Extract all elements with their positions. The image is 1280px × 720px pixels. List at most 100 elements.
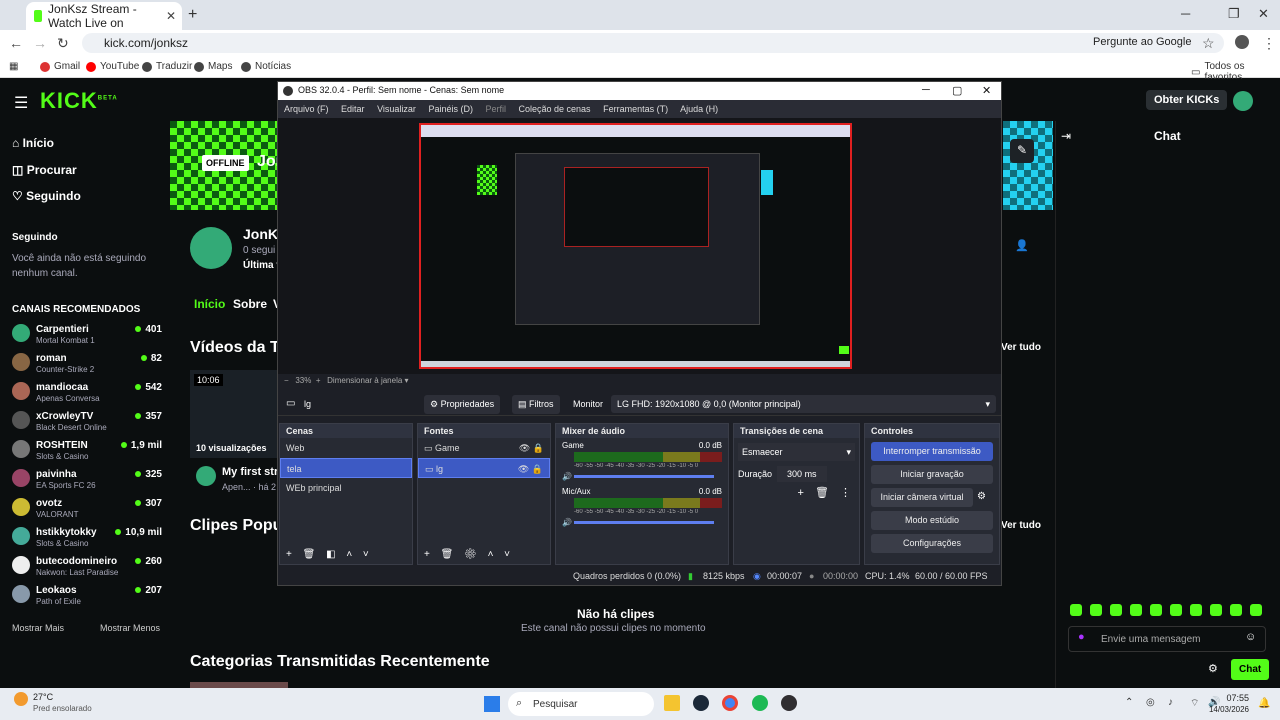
virtual-camera-settings-icon[interactable]: ⚙ bbox=[977, 491, 986, 502]
close-tab-icon[interactable]: ✕ bbox=[166, 9, 176, 23]
start-recording-button[interactable]: Iniciar gravação bbox=[871, 465, 993, 484]
volume-slider[interactable]: 🔊 bbox=[562, 518, 722, 527]
zoom-out-icon[interactable]: − bbox=[284, 376, 289, 385]
profile-avatar[interactable] bbox=[1235, 35, 1249, 49]
apps-icon[interactable]: ▦ bbox=[9, 61, 18, 72]
obs-close-icon[interactable]: ✕ bbox=[982, 84, 991, 97]
menu-help[interactable]: Ajuda (H) bbox=[680, 104, 718, 114]
windows-start-icon[interactable] bbox=[484, 696, 500, 712]
start-virtual-camera-button[interactable]: Iniciar câmera virtual bbox=[871, 488, 973, 507]
taskbar-search[interactable]: Pesquisar bbox=[508, 692, 654, 716]
channel-item[interactable]: xCrowleyTV Black Desert Online 357 bbox=[12, 411, 162, 435]
back-icon[interactable]: ← bbox=[9, 35, 23, 51]
steam-icon[interactable] bbox=[693, 695, 709, 711]
source-controls[interactable]: + 🗑 ⚙ ˄ ˅ bbox=[424, 549, 510, 560]
show-more-link[interactable]: Mostrar Mais bbox=[12, 623, 64, 633]
file-explorer-icon[interactable] bbox=[664, 695, 680, 711]
emote-icon[interactable] bbox=[1070, 604, 1082, 616]
channel-item[interactable]: Carpentieri Mortal Kombat 1 401 bbox=[12, 324, 162, 348]
emote-icon[interactable] bbox=[1210, 604, 1222, 616]
transition-controls[interactable]: + 🗑 ⋮ bbox=[734, 482, 859, 503]
obs-icon[interactable] bbox=[781, 695, 797, 711]
bookmark-translate[interactable]: Traduzir bbox=[142, 61, 192, 72]
get-kicks-button[interactable]: Obter KICKs bbox=[1146, 90, 1228, 110]
stop-streaming-button[interactable]: Interromper transmissão bbox=[871, 442, 993, 461]
duration-input[interactable]: 300 ms bbox=[777, 466, 827, 482]
spotify-icon[interactable] bbox=[752, 695, 768, 711]
chrome-menu-icon[interactable]: ⋮ bbox=[1262, 35, 1276, 52]
clock-time[interactable]: 07:55 bbox=[1223, 693, 1249, 703]
menu-scene-collection[interactable]: Coleção de cenas bbox=[519, 104, 591, 114]
see-all-clips-link[interactable]: Ver tudo bbox=[1001, 520, 1041, 531]
channel-item[interactable]: hstikkytokky Slots & Casino 10,9 mil bbox=[12, 527, 162, 551]
new-tab-button[interactable]: + bbox=[188, 6, 197, 24]
channel-item[interactable]: ovotz VALORANT 307 bbox=[12, 498, 162, 522]
reload-icon[interactable]: ↻ bbox=[57, 35, 69, 52]
bookmark-maps[interactable]: Maps bbox=[194, 61, 232, 72]
show-less-link[interactable]: Mostrar Menos bbox=[100, 623, 160, 633]
add-user-icon[interactable]: 👤 bbox=[1015, 239, 1029, 252]
emote-icon[interactable] bbox=[1150, 604, 1162, 616]
obs-maximize-icon[interactable]: ▢ bbox=[952, 84, 962, 97]
emote-icon[interactable] bbox=[1110, 604, 1122, 616]
emote-icon[interactable] bbox=[1130, 604, 1142, 616]
captured-screen[interactable] bbox=[419, 123, 852, 369]
nav-following[interactable]: ♡ Seguindo bbox=[12, 189, 81, 203]
forward-icon[interactable]: → bbox=[33, 35, 47, 51]
filters-button[interactable]: ▤ Filtros bbox=[512, 395, 560, 414]
kick-logo[interactable]: KICKBETA bbox=[40, 88, 118, 114]
zoom-mode[interactable]: Dimensionar à janela bbox=[327, 376, 402, 385]
emote-icon[interactable] bbox=[1090, 604, 1102, 616]
eye-icon[interactable]: 👁 🔒 bbox=[519, 443, 544, 454]
emoji-icon[interactable]: ☺ bbox=[1245, 631, 1256, 643]
scene-item[interactable]: Web bbox=[280, 438, 412, 458]
studio-mode-button[interactable]: Modo estúdio bbox=[871, 511, 993, 530]
channel-item[interactable]: paivinha EA Sports FC 26 325 bbox=[12, 469, 162, 493]
eye-icon[interactable]: 👁 🔒 bbox=[518, 464, 543, 475]
tab-about[interactable]: Sobre bbox=[233, 297, 267, 311]
properties-button[interactable]: ⚙ Propriedades bbox=[424, 395, 501, 414]
notifications-icon[interactable]: 🔔 bbox=[1258, 698, 1270, 709]
settings-gear-icon[interactable]: ⚙ bbox=[1208, 662, 1218, 675]
maximize-icon[interactable]: ❐ bbox=[1228, 6, 1240, 22]
menu-edit[interactable]: Editar bbox=[341, 104, 365, 114]
tab-home[interactable]: Início bbox=[194, 297, 225, 311]
monitor-select[interactable]: LG FHD: 1920x1080 @ 0,0 (Monitor princip… bbox=[611, 395, 996, 413]
channel-item[interactable]: ROSHTEIN Slots & Casino 1,9 mil bbox=[12, 440, 162, 464]
menu-view[interactable]: Visualizar bbox=[377, 104, 416, 114]
emote-icon[interactable] bbox=[1170, 604, 1182, 616]
hamburger-menu-icon[interactable]: ☰ bbox=[14, 93, 28, 113]
bookmark-gmail[interactable]: Gmail bbox=[40, 61, 80, 72]
url-bar[interactable]: kick.com/jonksz bbox=[82, 33, 1224, 53]
weather-icon[interactable] bbox=[14, 692, 28, 706]
bookmark-youtube[interactable]: YouTube bbox=[86, 61, 139, 72]
see-all-videos-link[interactable]: Ver tudo bbox=[1001, 342, 1041, 353]
minimize-icon[interactable]: ─ bbox=[1181, 6, 1190, 21]
user-avatar[interactable] bbox=[1233, 91, 1253, 111]
browser-tab[interactable]: JonKsz Stream - Watch Live on ✕ bbox=[26, 2, 182, 30]
menu-profile[interactable]: Perfil bbox=[485, 104, 506, 114]
collapse-chat-icon[interactable]: ⇥ bbox=[1061, 129, 1071, 143]
channel-avatar[interactable] bbox=[190, 227, 232, 269]
menu-tools[interactable]: Ferramentas (T) bbox=[603, 104, 668, 114]
transition-select[interactable]: Esmaecer ▾ bbox=[738, 443, 855, 461]
source-item[interactable]: ▭ lg 👁 🔒 bbox=[418, 458, 550, 478]
scene-item[interactable]: tela bbox=[280, 458, 412, 478]
scene-item[interactable]: WEb principal bbox=[280, 478, 412, 498]
channel-item[interactable]: Leokaos Path of Exile 207 bbox=[12, 585, 162, 609]
zoom-in-icon[interactable]: + bbox=[316, 376, 321, 385]
weather-temp[interactable]: 27°C bbox=[33, 692, 53, 702]
close-window-icon[interactable]: ✕ bbox=[1258, 6, 1269, 22]
chat-input[interactable]: Envie uma mensagem bbox=[1068, 626, 1266, 652]
channel-item[interactable]: mandiocaa Apenas Conversa 542 bbox=[12, 382, 162, 406]
emote-icon[interactable] bbox=[1250, 604, 1262, 616]
menu-docks[interactable]: Painéis (D) bbox=[428, 104, 473, 114]
channel-item[interactable]: roman Counter-Strike 2 82 bbox=[12, 353, 162, 377]
obs-preview[interactable] bbox=[278, 118, 1001, 374]
star-icon[interactable]: ☆ bbox=[1202, 35, 1215, 52]
volume-slider[interactable]: 🔊 bbox=[562, 472, 722, 481]
nav-browse[interactable]: ◫ Procurar bbox=[12, 163, 77, 177]
channel-item[interactable]: butecodomineiro Nakwon: Last Paradise 260 bbox=[12, 556, 162, 580]
menu-file[interactable]: Arquivo (F) bbox=[284, 104, 329, 114]
tray-apps-icon[interactable]: ◎ bbox=[1146, 697, 1155, 708]
